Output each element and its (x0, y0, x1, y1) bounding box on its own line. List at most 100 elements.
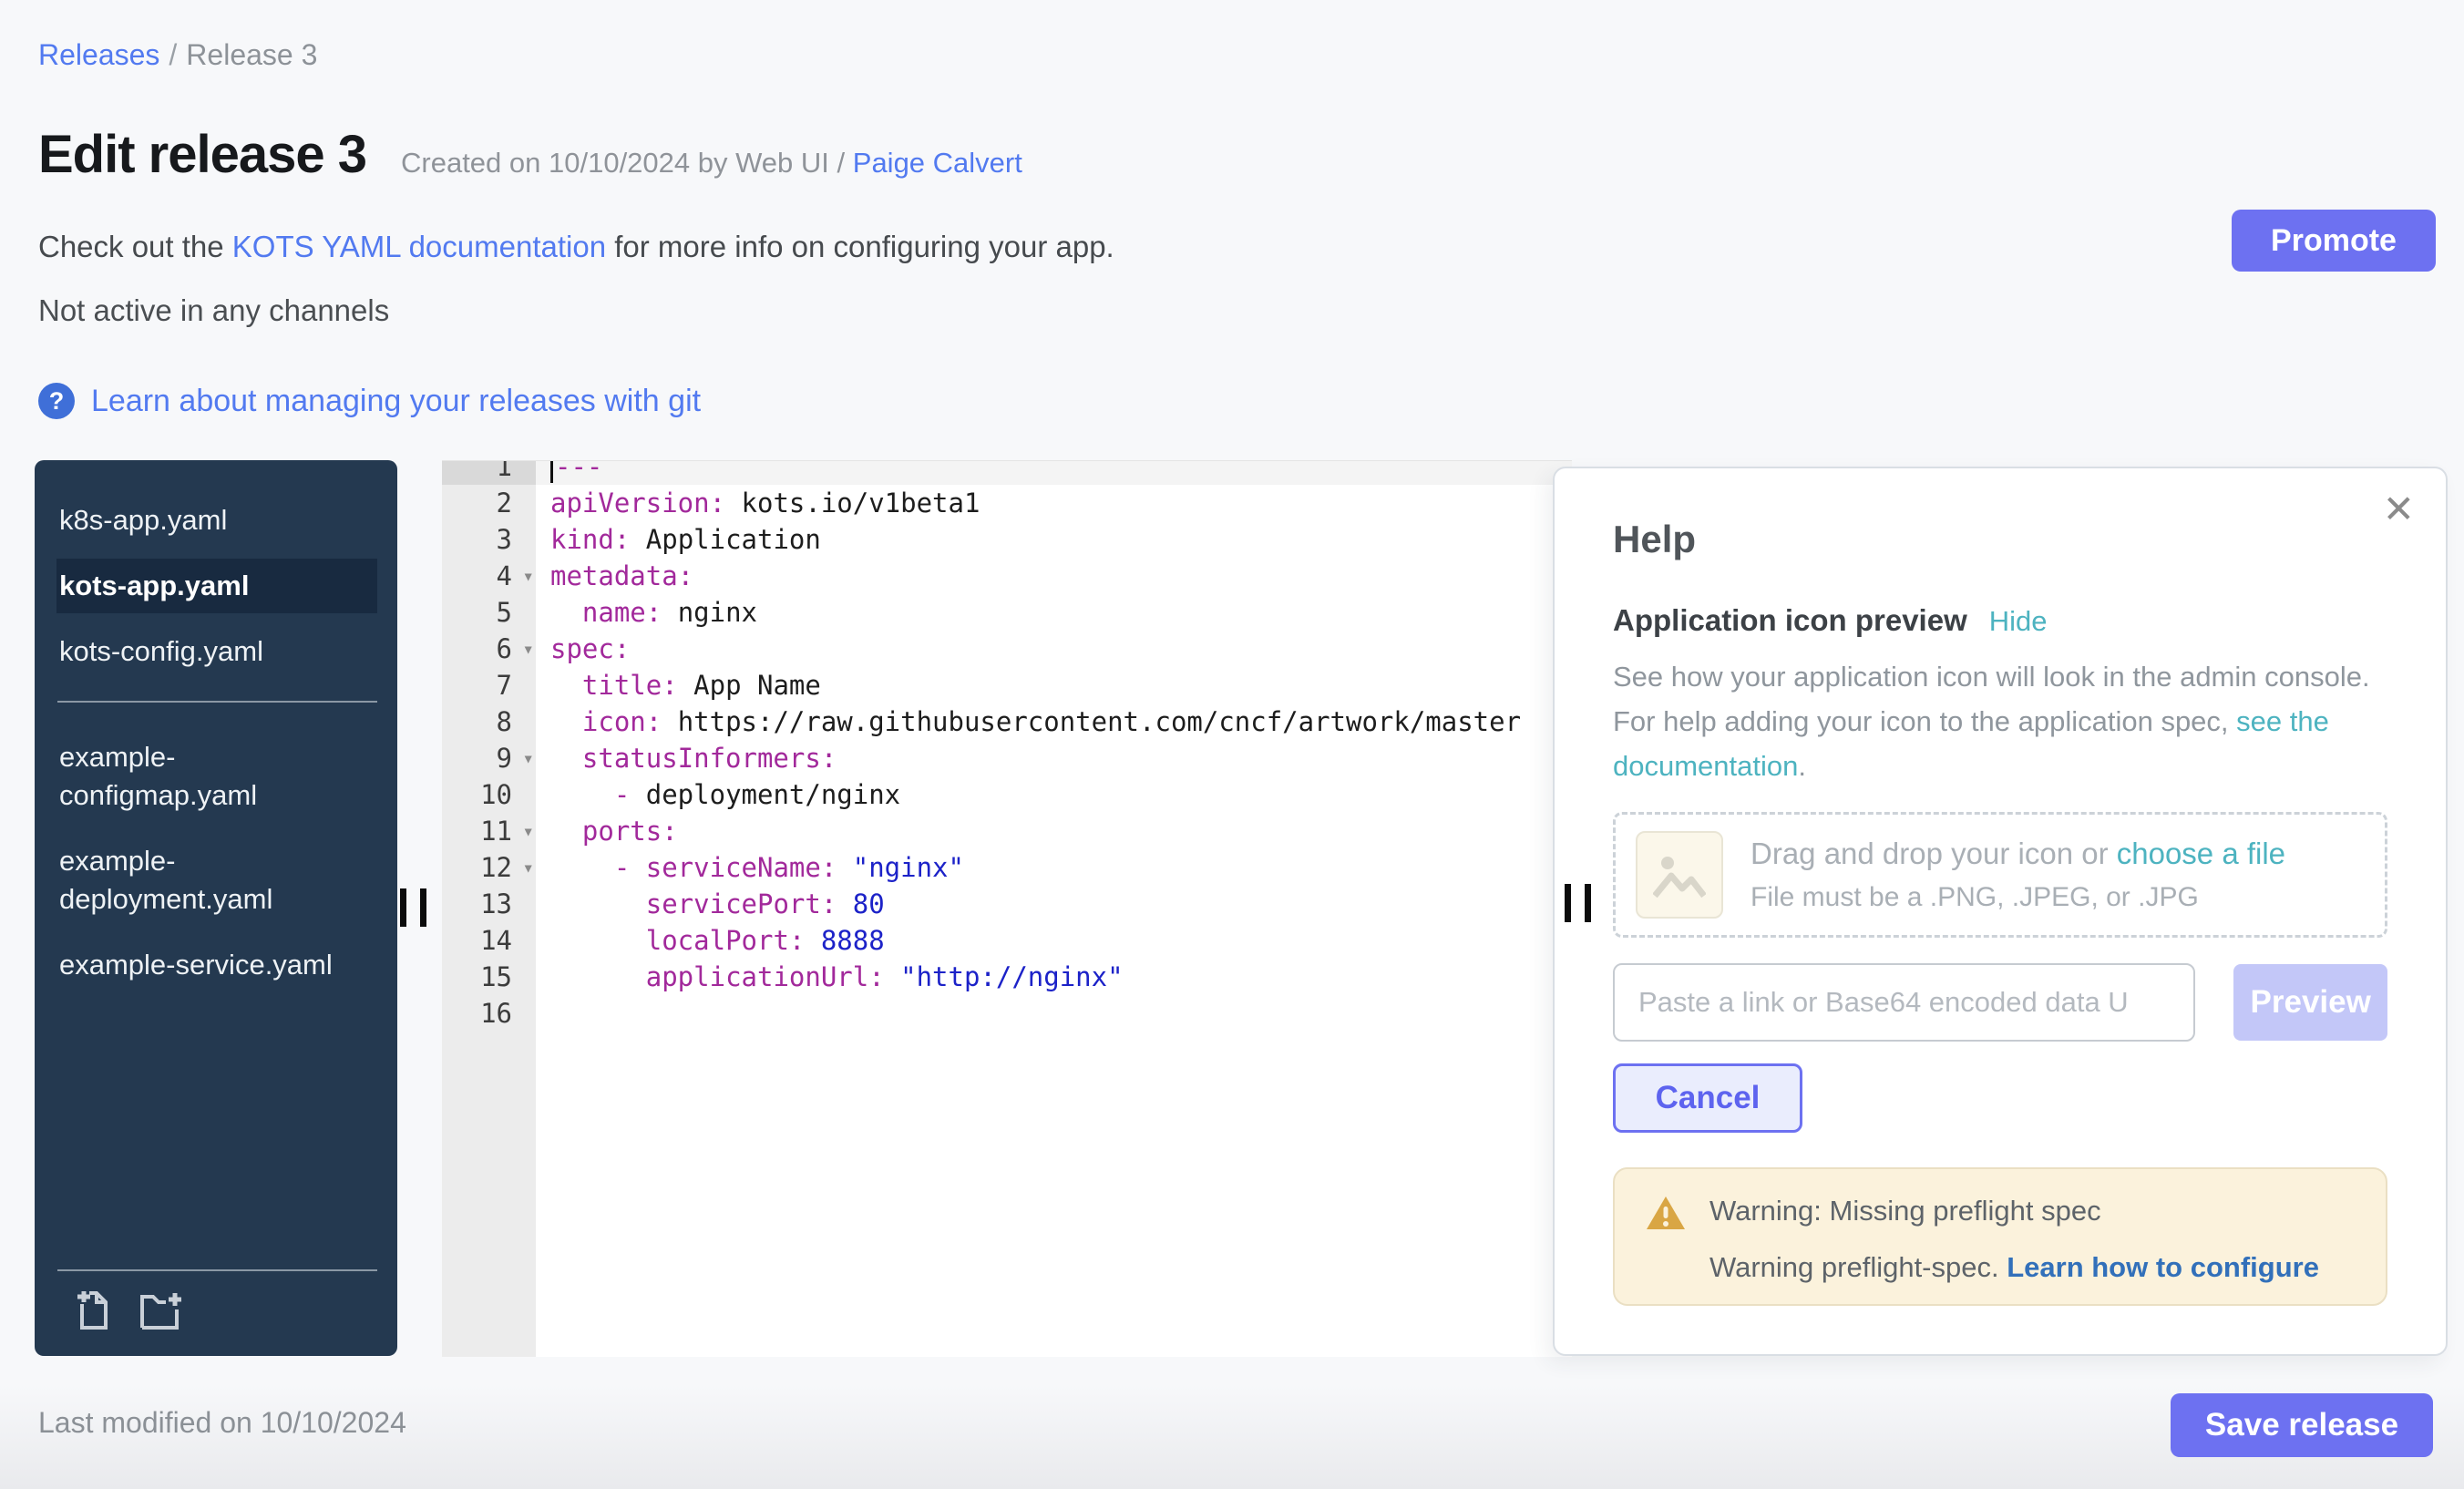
warning-body: Warning preflight-spec. (1709, 1251, 2007, 1283)
sidebar-item-example-service[interactable]: example-service.yaml (35, 938, 397, 992)
code-text[interactable]: ports: (536, 813, 1572, 849)
file-list: k8s-app.yaml kots-app.yaml kots-config.yam… (35, 493, 397, 992)
code-line[interactable]: 6▾spec: (442, 631, 1572, 667)
sidebar-item-k8s-app[interactable]: k8s-app.yaml (35, 493, 397, 548)
code-line[interactable]: 8 icon: https://raw.githubusercontent.co… (442, 703, 1572, 740)
code-text[interactable]: spec: (536, 631, 1572, 667)
kots-docs-link[interactable]: KOTS YAML documentation (232, 230, 606, 263)
last-modified-text: Last modified on 10/10/2024 (38, 1406, 406, 1440)
code-line[interactable]: 2apiVersion: kots.io/v1beta1 (442, 485, 1572, 521)
file-type-hint: File must be a .PNG, .JPEG, or .JPG (1750, 882, 2285, 913)
line-number: 13 (442, 886, 536, 922)
code-line[interactable]: 3kind: Application (442, 521, 1572, 558)
code-lines: 1---2apiVersion: kots.io/v1beta13kind: A… (442, 460, 1572, 1032)
code-line[interactable]: 10 - deployment/nginx (442, 776, 1572, 813)
preview-button[interactable]: Preview (2233, 964, 2387, 1041)
breadcrumb-separator: / (169, 38, 177, 71)
created-prefix: Created on 10/10/2024 by Web UI / (401, 147, 845, 179)
code-text[interactable]: applicationUrl: "http://nginx" (536, 959, 1572, 995)
code-text[interactable]: kind: Application (536, 521, 1572, 558)
close-icon[interactable]: ✕ (2383, 490, 2415, 529)
image-placeholder-icon (1636, 831, 1723, 919)
intro-suffix: for more info on configuring your app. (606, 230, 1114, 263)
code-text[interactable]: localPort: 8888 (536, 922, 1572, 959)
fold-arrow-icon[interactable]: ▾ (522, 740, 534, 776)
code-text[interactable]: name: nginx (536, 594, 1572, 631)
title-row: Edit release 3 Created on 10/10/2024 by … (38, 124, 1022, 185)
line-number: 1 (442, 460, 536, 485)
promote-button[interactable]: Promote (2232, 210, 2436, 272)
line-number: 6▾ (442, 631, 536, 667)
sidebar-item-example-configmap[interactable]: example-configmap.yaml (35, 730, 397, 823)
code-text[interactable]: - deployment/nginx (536, 776, 1572, 813)
code-line[interactable]: 5 name: nginx (442, 594, 1572, 631)
code-line[interactable]: 12▾ - serviceName: "nginx" (442, 849, 1572, 886)
intro-prefix: Check out the (38, 230, 232, 263)
git-help-link[interactable]: ? Learn about managing your releases wit… (38, 383, 701, 419)
icon-preview-section: Application icon preview Hide (1613, 603, 2387, 638)
code-text[interactable]: - serviceName: "nginx" (536, 849, 1572, 886)
code-line[interactable]: 7 title: App Name (442, 667, 1572, 703)
code-text[interactable]: servicePort: 80 (536, 886, 1572, 922)
line-number: 2 (442, 485, 536, 521)
code-text[interactable]: icon: https://raw.githubusercontent.com/… (536, 703, 1572, 740)
help-description: See how your application icon will look … (1613, 654, 2387, 788)
sidebar-footer (35, 1269, 397, 1356)
breadcrumb-link-releases[interactable]: Releases (38, 38, 159, 71)
sidebar-item-kots-config[interactable]: kots-config.yaml (35, 624, 397, 679)
code-line[interactable]: 9▾ statusInformers: (442, 740, 1572, 776)
fold-arrow-icon[interactable]: ▾ (522, 849, 534, 886)
intro-text: Check out the KOTS YAML documentation fo… (38, 230, 1114, 264)
code-text[interactable] (536, 995, 1572, 1032)
question-icon: ? (38, 383, 75, 419)
page-title: Edit release 3 (38, 124, 366, 185)
breadcrumb-current: Release 3 (186, 38, 317, 71)
choose-file-link[interactable]: choose a file (2117, 837, 2285, 870)
help-description-suffix: . (1798, 750, 1806, 782)
code-text[interactable]: statusInformers: (536, 740, 1572, 776)
code-line[interactable]: 14 localPort: 8888 (442, 922, 1572, 959)
help-resize-handle[interactable] (1585, 884, 1591, 922)
line-number: 5 (442, 594, 536, 631)
help-title: Help (1613, 518, 2387, 561)
code-text[interactable]: title: App Name (536, 667, 1572, 703)
code-line[interactable]: 4▾metadata: (442, 558, 1572, 594)
fold-arrow-icon[interactable]: ▾ (522, 558, 534, 594)
save-release-button[interactable]: Save release (2171, 1393, 2433, 1457)
file-sidebar: k8s-app.yaml kots-app.yaml kots-config.yam… (35, 460, 397, 1356)
code-line[interactable]: 15 applicationUrl: "http://nginx" (442, 959, 1572, 995)
git-help-label: Learn about managing your releases with … (91, 384, 701, 419)
icon-url-input[interactable] (1613, 963, 2195, 1042)
sidebar-item-kots-app[interactable]: kots-app.yaml (56, 559, 377, 613)
line-number: 7 (442, 667, 536, 703)
icon-dropzone[interactable]: Drag and drop your icon or choose a file… (1613, 812, 2387, 938)
code-line[interactable]: 13 servicePort: 80 (442, 886, 1572, 922)
new-folder-icon[interactable] (139, 1288, 186, 1336)
created-by-link[interactable]: Paige Calvert (853, 147, 1022, 179)
code-text[interactable]: metadata: (536, 558, 1572, 594)
new-file-icon[interactable] (75, 1288, 115, 1336)
line-number: 15 (442, 959, 536, 995)
channel-status: Not active in any channels (38, 293, 389, 328)
line-number: 10 (442, 776, 536, 813)
code-text[interactable]: apiVersion: kots.io/v1beta1 (536, 485, 1572, 521)
warning-link[interactable]: Learn how to configure (2007, 1251, 2319, 1283)
fold-arrow-icon[interactable]: ▾ (522, 813, 534, 849)
code-text[interactable]: --- (536, 460, 1572, 485)
fold-arrow-icon[interactable]: ▾ (522, 631, 534, 667)
code-line[interactable]: 11▾ ports: (442, 813, 1572, 849)
cancel-button[interactable]: Cancel (1613, 1063, 1802, 1133)
help-resize-handle[interactable] (1565, 884, 1571, 922)
line-number: 9▾ (442, 740, 536, 776)
code-line[interactable]: 16 (442, 995, 1572, 1032)
sidebar-item-example-deployment[interactable]: example-deployment.yaml (35, 834, 397, 927)
hide-link[interactable]: Hide (1989, 605, 2048, 638)
code-editor[interactable]: 1---2apiVersion: kots.io/v1beta13kind: A… (442, 460, 1572, 1357)
text-cursor (550, 460, 553, 483)
line-number: 8 (442, 703, 536, 740)
sidebar-resize-handle[interactable] (420, 888, 426, 927)
warning-banner: Warning: Missing preflight spec Warning … (1613, 1167, 2387, 1306)
sidebar-resize-handle[interactable] (400, 888, 406, 927)
warning-title: Warning: Missing preflight spec (1709, 1195, 2319, 1227)
code-line[interactable]: 1--- (442, 460, 1572, 485)
